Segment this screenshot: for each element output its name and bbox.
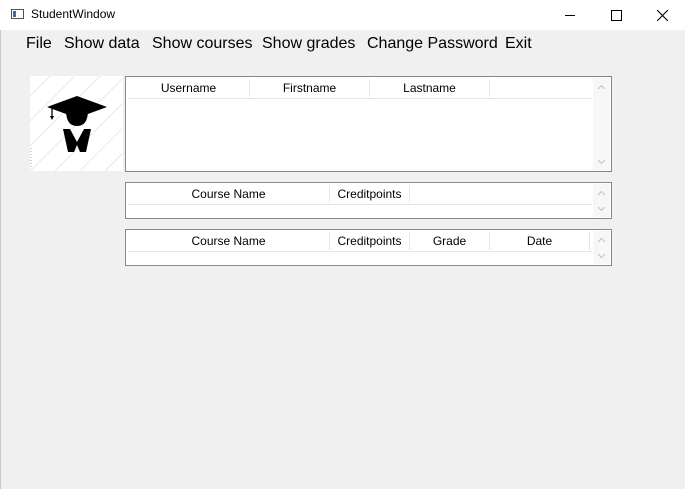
chevron-up-icon	[597, 190, 606, 195]
close-button[interactable]	[639, 0, 685, 30]
chevron-up-icon	[597, 84, 606, 89]
minimize-button[interactable]	[547, 0, 593, 30]
menu-exit[interactable]: Exit	[505, 34, 532, 54]
menu-bar: File Show data Show courses Show grades …	[0, 30, 685, 58]
column-header-creditpoints[interactable]: Creditpoints	[330, 185, 410, 203]
column-header-lastname[interactable]: Lastname	[370, 79, 490, 97]
scroll-down-button[interactable]	[593, 247, 610, 264]
grades-grid-header: Course Name Creditpoints Grade Date	[128, 232, 592, 252]
graduate-icon	[29, 75, 124, 172]
window-left-border	[0, 30, 1, 489]
column-header-firstname[interactable]: Firstname	[250, 79, 370, 97]
app-window-icon	[11, 9, 24, 19]
menu-change-password[interactable]: Change Password	[367, 34, 498, 54]
close-icon	[656, 9, 668, 21]
user-data-grid[interactable]: Username Firstname Lastname	[125, 76, 612, 172]
chevron-down-icon	[597, 206, 606, 211]
window-title: StudentWindow	[31, 7, 116, 21]
menu-show-data[interactable]: Show data	[64, 34, 140, 54]
courses-grid-scrollbar[interactable]	[593, 184, 610, 217]
user-grid-header: Username Firstname Lastname	[128, 79, 592, 99]
courses-grid-header: Course Name Creditpoints	[128, 185, 592, 205]
chevron-up-icon	[597, 237, 606, 242]
student-avatar-image	[29, 75, 124, 172]
menu-file[interactable]: File	[26, 34, 52, 54]
maximize-button[interactable]	[593, 0, 639, 30]
column-header-course-name[interactable]: Course Name	[128, 232, 330, 250]
column-header-username[interactable]: Username	[128, 79, 250, 97]
minimize-icon	[565, 15, 575, 16]
scroll-down-button[interactable]	[593, 153, 610, 170]
user-grid-scrollbar[interactable]	[593, 78, 610, 170]
column-header-course-name[interactable]: Course Name	[128, 185, 330, 203]
title-bar[interactable]: StudentWindow	[0, 0, 685, 30]
maximize-icon	[610, 9, 622, 21]
chevron-down-icon	[597, 159, 606, 164]
grades-grid-scrollbar[interactable]	[593, 231, 610, 264]
menu-show-grades[interactable]: Show grades	[262, 34, 355, 54]
column-header-date[interactable]: Date	[490, 232, 590, 250]
scroll-down-button[interactable]	[593, 200, 610, 217]
column-header-grade[interactable]: Grade	[410, 232, 490, 250]
scroll-up-button[interactable]	[593, 231, 610, 248]
menu-show-courses[interactable]: Show courses	[152, 34, 253, 54]
scroll-up-button[interactable]	[593, 78, 610, 95]
grades-data-grid[interactable]: Course Name Creditpoints Grade Date	[125, 229, 612, 266]
chevron-down-icon	[597, 253, 606, 258]
column-header-creditpoints[interactable]: Creditpoints	[330, 232, 410, 250]
courses-data-grid[interactable]: Course Name Creditpoints	[125, 182, 612, 219]
scroll-up-button[interactable]	[593, 184, 610, 201]
